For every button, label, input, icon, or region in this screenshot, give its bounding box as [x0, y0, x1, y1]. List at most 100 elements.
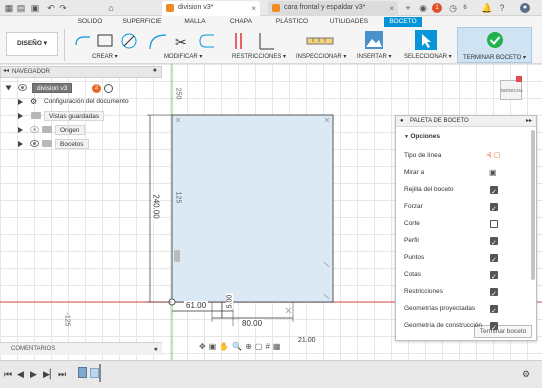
palette-row[interactable]: Geometrías proyectadas: [396, 300, 536, 320]
pan-icon[interactable]: ✋: [219, 342, 232, 351]
zoom-icon[interactable]: 🔍: [232, 342, 245, 351]
camera-icon[interactable]: ▣: [209, 342, 220, 351]
palette-row[interactable]: Puntos: [396, 249, 536, 269]
home-icon[interactable]: ⌂: [106, 3, 116, 13]
expand-icon[interactable]: [18, 99, 23, 105]
palette-row[interactable]: Corte: [396, 215, 536, 232]
group-insertar[interactable]: INSERTAR ▾: [357, 53, 391, 60]
next-step-icon[interactable]: ▶▏: [43, 369, 57, 380]
palette-row[interactable]: Rejilla del boceto: [396, 181, 536, 201]
group-seleccionar[interactable]: SELECCIONAR ▾: [404, 53, 452, 60]
palette-row[interactable]: Restricciones: [396, 283, 536, 303]
bell-icon[interactable]: 🔔: [481, 3, 492, 13]
palette-row[interactable]: Tipo de línea ⊰ ▢: [396, 147, 536, 164]
checkbox[interactable]: [490, 269, 498, 286]
new-tab-icon[interactable]: +: [403, 3, 413, 13]
save-icon[interactable]: ▣: [30, 3, 40, 13]
palette-row[interactable]: Cotas: [396, 266, 536, 286]
dimension-5[interactable]: 5.00: [226, 293, 234, 310]
group-inspeccionar[interactable]: INSPECCIONAR ▾: [296, 53, 346, 60]
help-icon[interactable]: ?: [497, 3, 507, 13]
timeline-sketch-item[interactable]: [78, 367, 87, 378]
group-modificar[interactable]: MODIFICAR ▾: [164, 53, 202, 60]
checkbox[interactable]: [490, 201, 498, 218]
palette-row[interactable]: Mirar a ▣: [396, 164, 536, 181]
tab-malla[interactable]: MALLA: [180, 17, 210, 27]
expand-icon[interactable]: [18, 113, 23, 119]
version-badge[interactable]: 2: [92, 84, 101, 93]
tree-item-views[interactable]: Vistas guardadas: [0, 110, 160, 122]
pin-icon[interactable]: ●: [153, 66, 157, 76]
look-at-icon[interactable]: ▣: [489, 164, 497, 181]
expand-icon[interactable]: [18, 127, 23, 133]
avatar[interactable]: ●: [520, 3, 530, 13]
modify-tools[interactable]: ✂: [148, 31, 218, 51]
palette-row[interactable]: Geometría de construcción: [396, 317, 536, 337]
dimension-240[interactable]: 240.00: [151, 192, 161, 221]
viewcube-face[interactable]: DERECHA: [500, 80, 523, 100]
checkbox[interactable]: [490, 303, 498, 320]
close-icon[interactable]: ×: [251, 4, 256, 13]
tab-cara-frontal[interactable]: cara frontal y espaldar v3* ×: [268, 1, 398, 16]
constraint-tools[interactable]: [232, 31, 276, 51]
checkbox[interactable]: [490, 220, 498, 228]
tree-item-sketches[interactable]: Bocetos: [0, 138, 160, 150]
gear-icon[interactable]: ⚙: [522, 369, 530, 380]
file-menu-icon[interactable]: ▤: [16, 3, 26, 13]
checkbox[interactable]: [490, 286, 498, 303]
comments-panel[interactable]: COMENTARIOS ●: [0, 342, 162, 355]
dimension-80[interactable]: 80.00: [240, 319, 265, 328]
tab-chapa[interactable]: CHAPA: [226, 17, 256, 27]
play-icon[interactable]: ▶: [30, 369, 37, 380]
display-icon[interactable]: ▢: [255, 342, 266, 351]
first-step-icon[interactable]: ⏮: [4, 369, 12, 380]
insert-image-icon[interactable]: [364, 30, 384, 50]
tree-item-origin[interactable]: Origen: [0, 124, 160, 136]
sketch-profile[interactable]: [171, 114, 334, 303]
last-step-icon[interactable]: ⏭: [58, 369, 66, 380]
notification-badge[interactable]: 1: [432, 3, 442, 13]
expand-icon[interactable]: [5, 85, 12, 91]
close-icon[interactable]: ×: [389, 4, 394, 13]
eye-icon[interactable]: [30, 140, 39, 147]
pin-icon[interactable]: ●: [154, 343, 158, 356]
linetype-icon[interactable]: ⊰ ▢: [486, 147, 500, 164]
palette-row[interactable]: Forzar: [396, 198, 536, 218]
tree-item-config[interactable]: ⚙ Configuración del documento: [0, 96, 160, 108]
finish-sketch-button[interactable]: TERMINAR BOCETO ▾: [457, 27, 532, 63]
slot-feature[interactable]: [174, 250, 180, 262]
tab-superficie[interactable]: SUPERFICIE: [122, 17, 162, 27]
expand-icon[interactable]: [18, 141, 23, 147]
palette-header[interactable]: ● PALETA DE BOCETO ▸▸: [396, 116, 536, 127]
checkbox[interactable]: [490, 252, 498, 269]
group-restricciones[interactable]: RESTRICCIONES ▾: [232, 53, 286, 60]
options-section[interactable]: ▼ Opciones: [396, 128, 536, 145]
group-crear[interactable]: CREAR ▾: [92, 53, 118, 60]
checkbox[interactable]: [490, 184, 498, 201]
workspace-selector[interactable]: DISEÑO ▾: [6, 32, 58, 56]
fit-icon[interactable]: ⊕: [245, 342, 255, 351]
tab-division[interactable]: division v3* ×: [162, 1, 260, 16]
tab-solido[interactable]: SOLIDO: [74, 17, 106, 27]
previous-step-icon[interactable]: ◀: [17, 369, 24, 380]
app-grid-icon[interactable]: ▦: [4, 3, 14, 13]
tab-utilidades[interactable]: UTILIDADES: [327, 17, 371, 27]
timeline-sketch-item[interactable]: [90, 368, 99, 378]
eye-icon[interactable]: [18, 84, 27, 91]
tab-boceto[interactable]: BOCETO: [384, 17, 422, 27]
grid-icon[interactable]: #: [265, 342, 272, 351]
tree-root[interactable]: division v3 2: [0, 82, 160, 94]
undo-icon[interactable]: ↶: [46, 3, 56, 13]
select-icon[interactable]: [414, 29, 438, 51]
timeline-marker[interactable]: [99, 364, 101, 382]
collapse-icon[interactable]: ◂◂: [3, 66, 9, 76]
dimension-61[interactable]: 61.00: [184, 301, 209, 310]
create-tools[interactable]: [72, 31, 142, 51]
activate-icon[interactable]: [104, 84, 113, 93]
navigator-header[interactable]: ◂◂ NAVEGADOR ●: [0, 66, 162, 78]
measure-icon[interactable]: [305, 33, 335, 49]
move-icon[interactable]: ✥: [199, 342, 209, 351]
redo-icon[interactable]: ↷: [58, 3, 68, 13]
viewport-icon[interactable]: ▦: [273, 342, 284, 351]
navigation-bar[interactable]: ✥▣✋🔍⊕▢#▦: [199, 342, 335, 356]
